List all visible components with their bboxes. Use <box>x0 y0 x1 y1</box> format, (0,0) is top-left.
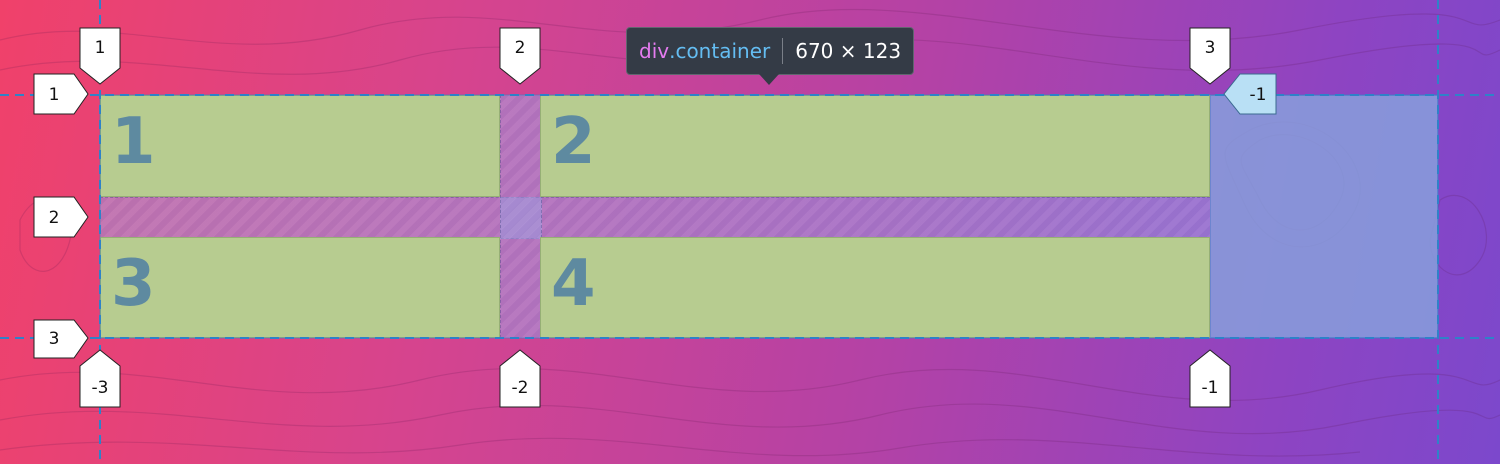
column-badge-top-1-label: 1 <box>95 38 106 58</box>
column-badge-bottom-3-label: -1 <box>1202 378 1219 398</box>
row-badge-left-3-label: 3 <box>49 329 60 349</box>
row-badge-left-1-label: 1 <box>49 85 60 105</box>
column-badge-bottom-2-label: -2 <box>512 378 529 398</box>
column-badge-top-2-label: 2 <box>515 38 526 58</box>
row-badge-right-1-label: -1 <box>1250 85 1267 105</box>
row-badge-left-1 <box>33 73 89 115</box>
column-badge-top-3-label: 3 <box>1205 38 1216 58</box>
row-badge-left-2 <box>33 196 89 238</box>
row-badge-left-2-label: 2 <box>49 208 60 228</box>
grid-line-badges: 1 2 3 -3 -2 -1 1 2 3 -1 <box>33 27 1277 408</box>
column-badge-bottom-1-label: -3 <box>92 378 109 398</box>
row-badge-left-3 <box>33 319 89 359</box>
